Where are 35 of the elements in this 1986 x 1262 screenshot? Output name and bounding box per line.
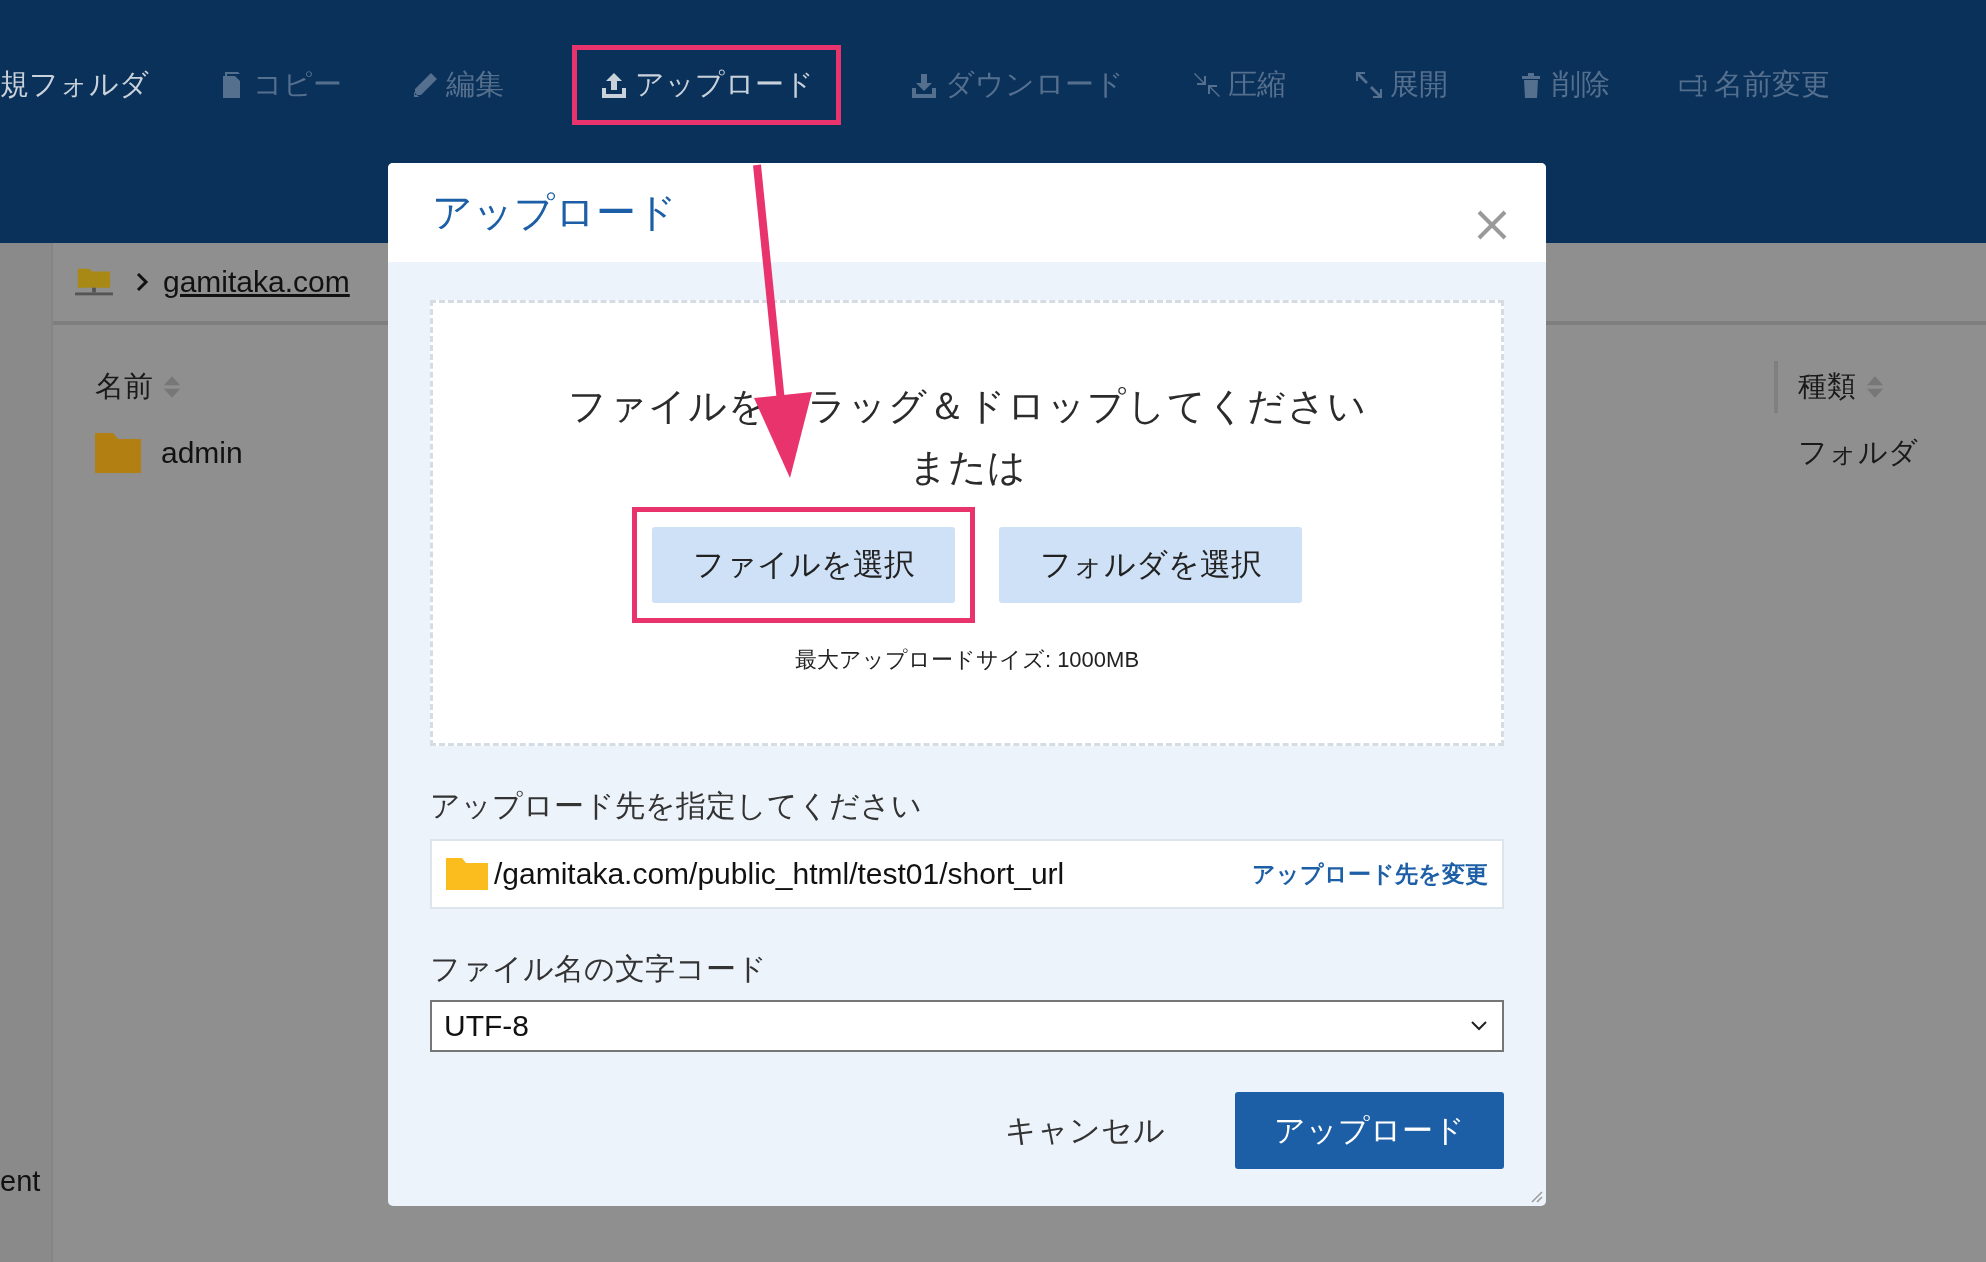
- compress-icon: [1192, 70, 1222, 100]
- drop-zone[interactable]: ファイルを ラッグ＆ドロップしてください または ファイルを選択 フォルダを選択 最大アップロードサイズ: 1000MB: [430, 300, 1504, 746]
- folder-icon: [95, 433, 141, 473]
- select-button[interactable]: フォルダを選択: [999, 527, 1302, 603]
- sort-icon[interactable]: [163, 375, 181, 399]
- network-folder-icon[interactable]: [75, 266, 113, 298]
- dialog-title: アップロード: [432, 189, 677, 236]
- drop-prompt: ファイルを: [567, 384, 768, 429]
- folder-icon: [446, 858, 488, 890]
- cancel-button[interactable]: キャンセル: [999, 1108, 1171, 1153]
- select-button[interactable]: ファイルを選択: [652, 527, 955, 603]
- upload-button[interactable]: アップロード: [1235, 1092, 1504, 1169]
- field-label: アップロード先を指定してください: [430, 788, 923, 824]
- chevron-down-icon: [1470, 1020, 1488, 1032]
- upload-icon: [599, 70, 629, 100]
- expand-icon: [1354, 70, 1384, 100]
- breadcrumb-link[interactable]: gamitaka.com: [163, 265, 350, 299]
- toolbar-button[interactable]: アップロード: [599, 65, 814, 105]
- file-name[interactable]: admin: [161, 436, 243, 470]
- max-size-note: 最大アップロードサイズ: 1000MB: [794, 646, 1140, 674]
- change-destination-link[interactable]: アップロード先を変更: [1252, 858, 1488, 890]
- sort-icon[interactable]: [1866, 375, 1884, 399]
- destination-path: /gamitaka.com/public_html/test01/short_url: [494, 857, 1066, 891]
- chevron-right-icon: [135, 272, 149, 292]
- file-type: フォルダ: [1798, 435, 1918, 470]
- encoding-select[interactable]: UTF-8: [430, 1000, 1504, 1052]
- drop-prompt: ラッグ＆ドロップしてください: [807, 384, 1367, 429]
- column-header[interactable]: 名前: [95, 367, 153, 407]
- close-icon[interactable]: [1476, 209, 1508, 241]
- toolbar-button[interactable]: 規フォルダ: [0, 65, 149, 105]
- or-text: または: [908, 445, 1026, 490]
- field-label: ファイル名の文字コード: [430, 951, 768, 987]
- sidebar-label: ent: [0, 1165, 41, 1198]
- column-header[interactable]: 種類: [1798, 367, 1856, 407]
- resize-grip-icon[interactable]: [1529, 1189, 1543, 1203]
